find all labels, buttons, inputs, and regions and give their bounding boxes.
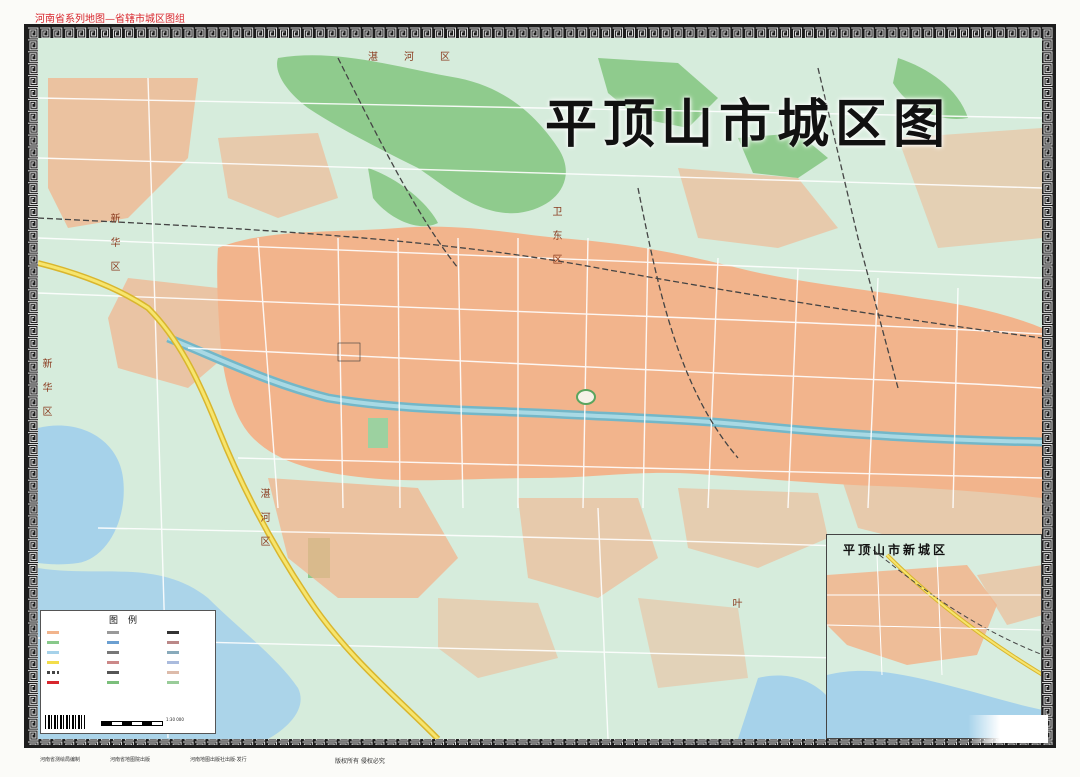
district-label-weidong: 卫东区 — [550, 206, 561, 278]
imprint-distributor: 河南省地图院出版 — [110, 757, 151, 763]
imprint-press: 河南地图出版社出版·发行 — [190, 757, 247, 763]
map-title: 平顶山市城区图 — [545, 94, 952, 155]
imprint-rights: 版权所有 侵权必究 — [335, 758, 385, 765]
inset-map-canvas — [827, 535, 1041, 738]
series-title: 河南省系列地图—省辖市城区图组 — [35, 14, 185, 25]
imprint-editor: 河南省测绘局编制 — [40, 757, 81, 763]
place-label-ye: 叶 — [730, 598, 741, 622]
map-legend: 图例 1:30 000 — [40, 610, 216, 734]
stadium-icon — [576, 389, 596, 405]
legend-title: 图例 — [108, 616, 147, 626]
imprint-line: 河南省测绘局编制 河南省地图院出版 河南地图出版社出版·发行 版权所有 侵权必究 — [40, 754, 1040, 768]
district-label-top: 湛河区 — [368, 52, 476, 63]
district-label-xinhua: 新华区 — [108, 213, 119, 285]
district-label-xinhua-lower: 新华区 — [40, 358, 51, 430]
inset-map[interactable]: 平顶山市新城区 — [826, 534, 1042, 739]
watermark-fade — [968, 715, 1048, 743]
scale-bar — [101, 721, 163, 726]
inset-title: 平顶山市新城区 — [843, 543, 949, 557]
district-label-zhanhe: 湛河区 — [258, 488, 269, 560]
barcode-icon — [45, 715, 85, 729]
scale-text: 1:30 000 — [166, 717, 184, 722]
